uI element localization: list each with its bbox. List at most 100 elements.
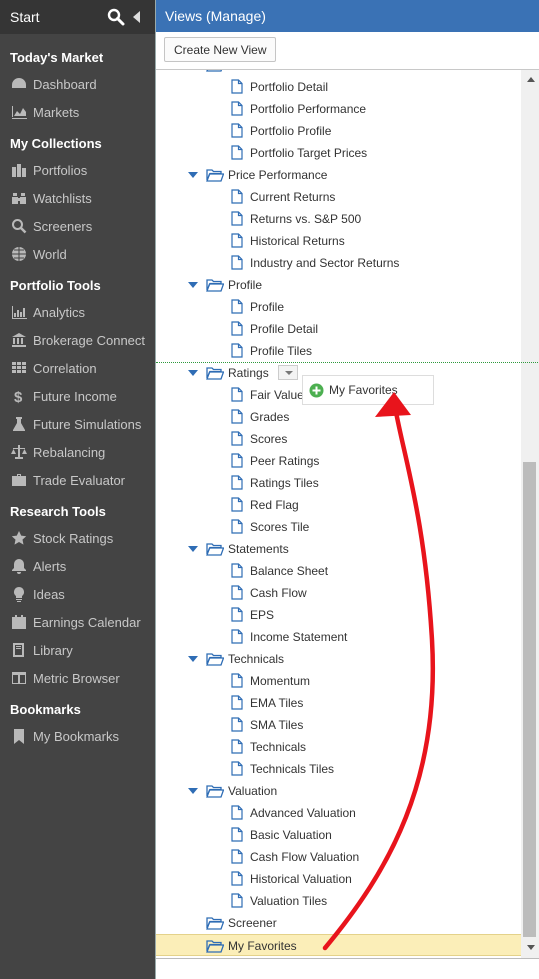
tree-folder-screener[interactable]: Screener bbox=[156, 912, 522, 934]
scroll-up-arrow-icon[interactable] bbox=[527, 77, 535, 82]
sidebar-item-brokerage-connect[interactable]: Brokerage Connect bbox=[10, 326, 155, 354]
sidebar-section-title: My Collections bbox=[10, 136, 102, 151]
sidebar: Start Today's Market Dashboard Markets My C… bbox=[0, 0, 155, 979]
sidebar-item-world[interactable]: World bbox=[10, 240, 155, 268]
drop-indicator-line bbox=[156, 362, 539, 363]
tree-item-label: Balance Sheet bbox=[250, 564, 329, 578]
tree-folder-valuation[interactable]: Valuation bbox=[156, 780, 522, 802]
tree-item-label: Scores Tile bbox=[250, 520, 310, 534]
tree-view-item[interactable]: Income Statement bbox=[156, 626, 522, 648]
sidebar-item-analytics[interactable]: Analytics bbox=[10, 298, 155, 326]
tree-view-item[interactable]: EMA Tiles bbox=[156, 692, 522, 714]
search-icon[interactable] bbox=[107, 8, 125, 26]
tree-view-item[interactable]: Returns vs. S&P 500 bbox=[156, 208, 522, 230]
tree-view-item[interactable]: Valuation Tiles bbox=[156, 890, 522, 912]
tree-view-item[interactable]: Portfolio Profile bbox=[156, 120, 522, 142]
tree-view-item[interactable]: Profile Detail bbox=[156, 318, 522, 340]
tree-view-item[interactable]: Basic Valuation bbox=[156, 824, 522, 846]
tree-item-label: Ratings Tiles bbox=[250, 476, 319, 490]
expand-arrow-icon[interactable] bbox=[188, 370, 198, 376]
create-new-view-button[interactable]: Create New View bbox=[164, 37, 277, 62]
sidebar-item-label: Ideas bbox=[33, 586, 65, 602]
tree-view-item[interactable]: EPS bbox=[156, 604, 522, 626]
expand-arrow-icon[interactable] bbox=[188, 172, 198, 178]
sidebar-item-trade-evaluator[interactable]: Trade Evaluator bbox=[10, 466, 155, 494]
expand-arrow-icon[interactable] bbox=[188, 546, 198, 552]
tree-view-item[interactable]: Technicals Tiles bbox=[156, 758, 522, 780]
tree-view-item[interactable]: Historical Returns bbox=[156, 230, 522, 252]
tree-view-item[interactable]: Peer Ratings bbox=[156, 450, 522, 472]
sidebar-item-library[interactable]: Library bbox=[10, 636, 155, 664]
tree-view-item[interactable]: Red Flag bbox=[156, 494, 522, 516]
sidebar-item-future-simulations[interactable]: Future Simulations bbox=[10, 410, 155, 438]
tree-view-item[interactable]: Cash Flow Valuation bbox=[156, 846, 522, 868]
tree-view-item[interactable]: Grades bbox=[156, 406, 522, 428]
folder-open-icon bbox=[206, 542, 225, 556]
globe-icon bbox=[10, 246, 27, 262]
tree-view-item[interactable]: Scores bbox=[156, 428, 522, 450]
sidebar-item-earnings-calendar[interactable]: Earnings Calendar bbox=[10, 608, 155, 636]
scroll-thumb[interactable] bbox=[523, 462, 536, 937]
folder-open-icon bbox=[206, 168, 225, 182]
sidebar-item-ideas[interactable]: Ideas bbox=[10, 580, 155, 608]
scroll-down-arrow-icon[interactable] bbox=[527, 945, 535, 950]
sidebar-item-screeners[interactable]: Screeners bbox=[10, 212, 155, 240]
tree-scrollbar[interactable] bbox=[521, 70, 539, 958]
expand-arrow-icon[interactable] bbox=[188, 656, 198, 662]
document-icon bbox=[231, 629, 243, 644]
tree-view-item[interactable]: Portfolio Detail bbox=[156, 76, 522, 98]
tree-view-item[interactable]: Balance Sheet bbox=[156, 560, 522, 582]
tree-folder-my-favorites[interactable]: My Favorites bbox=[156, 934, 522, 956]
document-icon bbox=[231, 739, 243, 754]
tree-item-label: Profile Detail bbox=[250, 322, 319, 336]
tree-view-item[interactable]: Ratings Tiles bbox=[156, 472, 522, 494]
tree-view-item[interactable]: Industry and Sector Returns bbox=[156, 252, 522, 274]
tree-view-item[interactable]: Cash Flow bbox=[156, 582, 522, 604]
sidebar-item-future-income[interactable]: $ Future Income bbox=[10, 382, 155, 410]
tree-item-label: Advanced Valuation bbox=[250, 806, 356, 820]
document-icon bbox=[231, 79, 243, 94]
folder-open-icon bbox=[206, 652, 225, 666]
tree-view-item[interactable]: SMA Tiles bbox=[156, 714, 522, 736]
tree-folder-statements[interactable]: Statements bbox=[156, 538, 522, 560]
tree-item-label: Price Performance bbox=[228, 168, 328, 182]
sidebar-item-alerts[interactable]: Alerts bbox=[10, 552, 155, 580]
tree-view-item[interactable]: Current Returns bbox=[156, 186, 522, 208]
folder-menu-dropdown-button[interactable] bbox=[278, 365, 298, 380]
tree-folder-technicals[interactable]: Technicals bbox=[156, 648, 522, 670]
drag-ghost: My Favorites bbox=[302, 375, 434, 405]
tree-item-label: Profile bbox=[250, 300, 285, 314]
sidebar-item-portfolios[interactable]: Portfolios bbox=[10, 156, 155, 184]
tree-folder-price-performance[interactable]: Price Performance bbox=[156, 164, 522, 186]
tree-folder-profile[interactable]: Profile bbox=[156, 274, 522, 296]
sidebar-item-watchlists[interactable]: Watchlists bbox=[10, 184, 155, 212]
tree-view-item[interactable]: Profile Tiles bbox=[156, 340, 522, 362]
sidebar-item-rebalancing[interactable]: Rebalancing bbox=[10, 438, 155, 466]
folder-open-icon bbox=[206, 916, 225, 930]
sidebar-item-my-bookmarks[interactable]: My Bookmarks bbox=[10, 722, 155, 750]
tree-view-item[interactable]: Portfolio Target Prices bbox=[156, 142, 522, 164]
expand-arrow-icon[interactable] bbox=[188, 788, 198, 794]
tree-view-item[interactable]: Scores Tile bbox=[156, 516, 522, 538]
portfolios-icon bbox=[10, 162, 27, 178]
tree-view-item[interactable]: Historical Valuation bbox=[156, 868, 522, 890]
tree-view-item[interactable]: Portfolio Performance bbox=[156, 98, 522, 120]
sidebar-item-markets[interactable]: Markets bbox=[10, 98, 155, 126]
start-label[interactable]: Start bbox=[10, 9, 40, 25]
tree-view-item[interactable]: Advanced Valuation bbox=[156, 802, 522, 824]
sidebar-item-correlation[interactable]: Correlation bbox=[10, 354, 155, 382]
collapse-sidebar-icon[interactable] bbox=[133, 11, 141, 23]
tree-view-item[interactable]: Profile bbox=[156, 296, 522, 318]
tree-view-item[interactable]: Technicals bbox=[156, 736, 522, 758]
document-icon bbox=[231, 233, 243, 248]
sidebar-item-label: My Bookmarks bbox=[33, 728, 119, 744]
sidebar-section-title: Today's Market bbox=[10, 50, 104, 65]
bank-icon bbox=[10, 332, 27, 348]
document-icon bbox=[231, 717, 243, 732]
sidebar-item-dashboard[interactable]: Dashboard bbox=[10, 70, 155, 98]
sidebar-item-metric-browser[interactable]: Metric Browser bbox=[10, 664, 155, 692]
expand-arrow-icon[interactable] bbox=[188, 282, 198, 288]
sidebar-item-stock-ratings[interactable]: Stock Ratings bbox=[10, 524, 155, 552]
tree-view-item[interactable]: Momentum bbox=[156, 670, 522, 692]
panel-title[interactable]: Views (Manage) bbox=[156, 0, 539, 32]
